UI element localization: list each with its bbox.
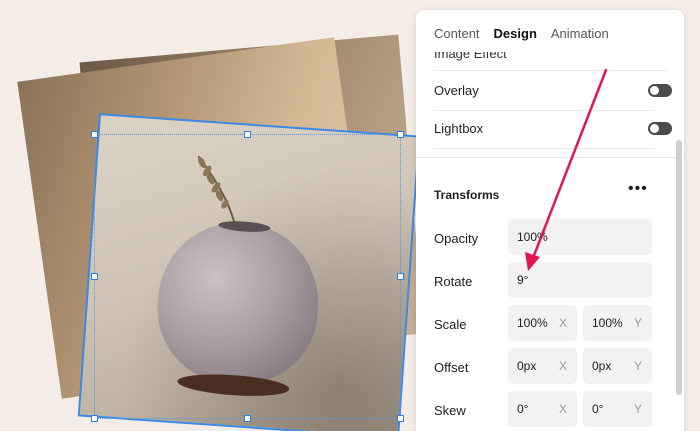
- skew-x-axis: X: [558, 402, 567, 416]
- scale-y-axis: Y: [633, 316, 642, 330]
- skew-x-input[interactable]: 0° X: [508, 391, 577, 427]
- resize-handle-middle-left[interactable]: [91, 273, 98, 280]
- tab-content[interactable]: Content: [434, 26, 480, 41]
- offset-label: Offset: [434, 360, 469, 375]
- scale-x-value: 100%: [517, 316, 548, 330]
- offset-x-input[interactable]: 0px X: [508, 348, 577, 384]
- opacity-input[interactable]: 100%: [508, 219, 652, 255]
- resize-handle-top-left[interactable]: [91, 131, 98, 138]
- skew-y-axis: Y: [633, 402, 642, 416]
- overlay-label: Overlay: [434, 83, 479, 98]
- scale-x-input[interactable]: 100% X: [508, 305, 577, 341]
- opacity-label: Opacity: [434, 231, 479, 246]
- panel-scroll-area[interactable]: Image Effect Overlay Lightbox Transforms…: [416, 52, 684, 431]
- resize-handle-bottom-left[interactable]: [91, 415, 98, 422]
- offset-y-input[interactable]: 0px Y: [583, 348, 652, 384]
- tab-design[interactable]: Design: [494, 26, 537, 41]
- resize-handle-bottom-right[interactable]: [397, 415, 404, 422]
- resize-handle-bottom-center[interactable]: [244, 415, 251, 422]
- design-panel: Content Design Animation Image Effect Ov…: [416, 10, 684, 431]
- overlay-toggle[interactable]: [648, 84, 672, 97]
- scale-y-value: 100%: [592, 316, 623, 330]
- more-horizontal-icon[interactable]: •••: [628, 180, 648, 198]
- offset-x-axis: X: [558, 359, 567, 373]
- skew-x-value: 0°: [517, 402, 529, 416]
- offset-y-value: 0px: [592, 359, 612, 373]
- skew-y-input[interactable]: 0° Y: [583, 391, 652, 427]
- tab-animation[interactable]: Animation: [551, 26, 609, 41]
- lightbox-toggle[interactable]: [648, 122, 672, 135]
- panel-tabs: Content Design Animation: [434, 26, 609, 41]
- skew-y-value: 0°: [592, 402, 604, 416]
- offset-y-axis: Y: [633, 359, 642, 373]
- image-effect-row[interactable]: Image Effect: [434, 52, 666, 71]
- scale-label: Scale: [434, 317, 467, 332]
- scale-y-input[interactable]: 100% Y: [583, 305, 652, 341]
- resize-handle-middle-right[interactable]: [397, 273, 404, 280]
- skew-label: Skew: [434, 403, 466, 418]
- scale-x-axis: X: [558, 316, 567, 330]
- overlay-row: Overlay: [434, 72, 672, 111]
- lightbox-label: Lightbox: [434, 121, 484, 136]
- rotate-input[interactable]: 9°: [508, 262, 652, 298]
- offset-x-value: 0px: [517, 359, 537, 373]
- opacity-value: 100%: [517, 230, 548, 244]
- rotate-label: Rotate: [434, 274, 473, 289]
- resize-handle-top-right[interactable]: [397, 131, 404, 138]
- resize-handle-top-center[interactable]: [244, 131, 251, 138]
- panel-scrollbar[interactable]: [676, 140, 682, 395]
- transforms-title: Transforms: [434, 188, 500, 202]
- rotate-value: 9°: [517, 273, 529, 287]
- section-divider: [416, 157, 684, 158]
- canvas: [0, 0, 420, 431]
- selection-bounding-box: [94, 134, 401, 419]
- lightbox-row: Lightbox: [434, 110, 672, 149]
- image-effect-label: Image Effect: [434, 52, 507, 61]
